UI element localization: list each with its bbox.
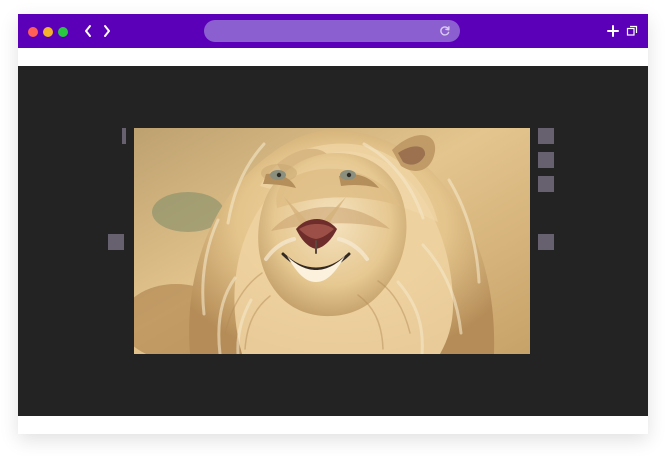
lion-photo[interactable]	[134, 128, 530, 354]
lion-image	[134, 128, 530, 354]
close-window-icon[interactable]	[28, 27, 38, 37]
image-editor-stage	[18, 66, 648, 416]
crop-handle-left-center[interactable]	[108, 234, 124, 250]
copy-windows-icon	[626, 25, 638, 36]
crop-handle-top-left[interactable]	[122, 128, 126, 144]
reload-icon	[440, 26, 450, 36]
crop-handle-right-upper[interactable]	[538, 152, 554, 168]
windows-button[interactable]	[624, 23, 640, 39]
plus-icon	[607, 25, 619, 37]
back-button[interactable]	[79, 22, 97, 40]
crop-handle-right-center[interactable]	[538, 234, 554, 250]
address-bar[interactable]	[204, 20, 460, 44]
page-bottom-margin	[18, 416, 648, 434]
maximize-window-icon[interactable]	[58, 27, 68, 37]
chevron-left-icon	[85, 25, 91, 37]
address-input[interactable]	[214, 20, 438, 44]
page-top-margin	[18, 48, 648, 66]
browser-window	[18, 14, 648, 434]
crop-handle-right-middle[interactable]	[538, 176, 554, 192]
reload-button[interactable]	[438, 24, 452, 38]
new-tab-button[interactable]	[605, 23, 621, 39]
browser-titlebar	[18, 14, 648, 48]
minimize-window-icon[interactable]	[43, 27, 53, 37]
forward-button[interactable]	[98, 22, 116, 40]
chevron-right-icon	[104, 25, 110, 37]
crop-handle-top-right[interactable]	[538, 128, 554, 144]
